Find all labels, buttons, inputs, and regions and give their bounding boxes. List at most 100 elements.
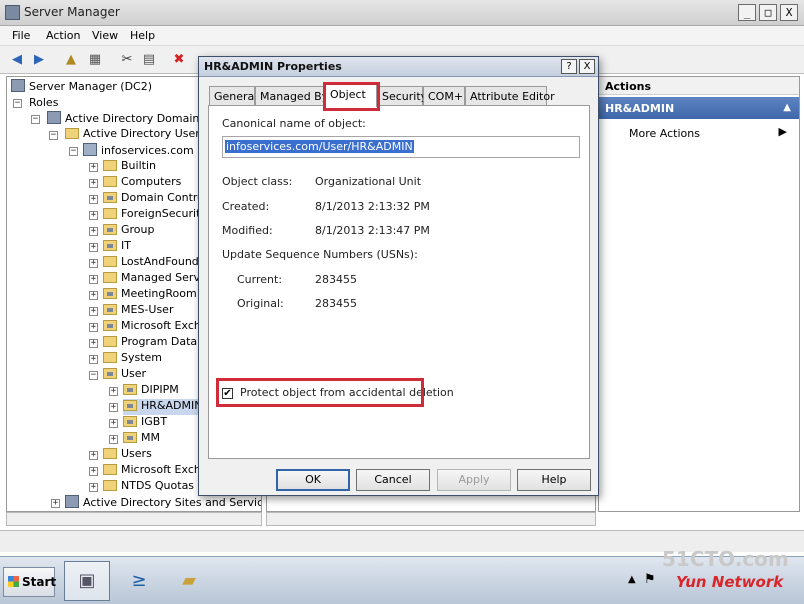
tree-item[interactable]: NTDS Quotas bbox=[103, 479, 194, 495]
server-manager-task-icon[interactable]: ▣ bbox=[64, 561, 110, 601]
more-actions-link[interactable]: More Actions bbox=[629, 127, 700, 140]
delete-icon[interactable]: ✖ bbox=[170, 51, 188, 69]
tree-item[interactable]: Domain Control bbox=[103, 191, 207, 207]
expand-icon[interactable]: + bbox=[89, 227, 98, 236]
back-icon[interactable]: ◀ bbox=[8, 51, 26, 69]
tree-item[interactable]: LostAndFound bbox=[103, 255, 199, 271]
collapse-icon[interactable]: − bbox=[69, 147, 78, 156]
expand-icon[interactable]: + bbox=[89, 451, 98, 460]
tab-general[interactable]: General bbox=[209, 86, 257, 106]
expand-icon[interactable]: + bbox=[89, 163, 98, 172]
tree-root[interactable]: Server Manager (DC2) bbox=[11, 79, 152, 95]
tree-item-user[interactable]: User bbox=[103, 367, 146, 383]
tree-item[interactable]: Builtin bbox=[103, 159, 156, 175]
tree-item[interactable]: Microsoft Excha bbox=[103, 319, 208, 335]
menu-help[interactable]: Help bbox=[130, 29, 155, 42]
cut-icon[interactable]: ✂ bbox=[118, 51, 136, 69]
expand-icon[interactable]: + bbox=[89, 259, 98, 268]
tree-horizontal-scrollbar[interactable] bbox=[6, 512, 262, 526]
expand-icon[interactable]: + bbox=[89, 323, 98, 332]
tree-item[interactable]: MeetingRoom bbox=[103, 287, 197, 303]
folder-icon bbox=[103, 176, 117, 187]
ou-icon bbox=[123, 416, 137, 427]
server-icon bbox=[11, 79, 25, 92]
maximize-button[interactable]: □ bbox=[759, 4, 777, 21]
tree-item[interactable]: ForeignSecurity bbox=[103, 207, 207, 223]
collapse-icon[interactable]: − bbox=[31, 115, 40, 124]
collapse-icon[interactable]: − bbox=[49, 131, 58, 140]
expand-icon[interactable]: + bbox=[89, 467, 98, 476]
expand-icon[interactable]: + bbox=[89, 275, 98, 284]
help-button[interactable]: Help bbox=[517, 469, 591, 491]
menu-file[interactable]: File bbox=[12, 29, 30, 42]
tree-item[interactable]: Microsoft Excha bbox=[103, 463, 208, 479]
cancel-button[interactable]: Cancel bbox=[356, 469, 430, 491]
expand-icon[interactable]: + bbox=[89, 195, 98, 204]
expand-icon[interactable]: + bbox=[51, 499, 60, 508]
up-folder-icon[interactable]: ▲ bbox=[62, 51, 80, 69]
ok-button[interactable]: OK bbox=[276, 469, 350, 491]
tree-item[interactable]: DIPIPM bbox=[123, 383, 179, 399]
tree-item[interactable]: Managed Servic bbox=[103, 271, 209, 287]
expand-icon[interactable]: + bbox=[89, 179, 98, 188]
dialog-help-button[interactable]: ? bbox=[561, 59, 577, 74]
apply-button[interactable]: Apply bbox=[437, 469, 511, 491]
tab-attribute-editor[interactable]: Attribute Editor bbox=[465, 86, 555, 106]
tree-item[interactable]: MES-User bbox=[103, 303, 173, 319]
expand-icon[interactable]: + bbox=[89, 355, 98, 364]
tree-sites[interactable]: Active Directory Sites and Services bbox=[65, 495, 261, 511]
tree-adds[interactable]: Active Directory Domain Se bbox=[47, 111, 217, 127]
server-manager-icon bbox=[5, 5, 20, 20]
folder-icon bbox=[103, 480, 117, 491]
tree-item[interactable]: Users bbox=[103, 447, 152, 463]
paste-icon[interactable]: ▤ bbox=[140, 51, 158, 69]
tree-item[interactable]: MM bbox=[123, 431, 160, 447]
forward-icon[interactable]: ▶ bbox=[30, 51, 48, 69]
expand-icon[interactable]: + bbox=[109, 403, 118, 412]
menu-view[interactable]: View bbox=[92, 29, 118, 42]
modified-label: Modified: bbox=[222, 224, 273, 237]
expand-icon[interactable]: + bbox=[89, 211, 98, 220]
window-title: Server Manager bbox=[24, 5, 120, 19]
dialog-titlebar: HR&ADMIN Properties ? X bbox=[199, 57, 598, 77]
show-tree-icon[interactable]: ▦ bbox=[86, 51, 104, 69]
expand-icon[interactable]: + bbox=[89, 291, 98, 300]
start-button[interactable]: Start bbox=[3, 567, 56, 597]
tree-item-selected[interactable]: HR&ADMIN bbox=[123, 399, 205, 415]
expand-icon[interactable]: + bbox=[89, 483, 98, 492]
collapse-arrow-icon[interactable]: ▲ bbox=[783, 102, 791, 113]
tab-security[interactable]: Security bbox=[377, 86, 427, 106]
powershell-task-icon[interactable]: ≥ bbox=[116, 561, 162, 601]
tab-managed-by[interactable]: Managed By bbox=[255, 86, 325, 106]
modified-value: 8/1/2013 2:13:47 PM bbox=[315, 224, 430, 237]
tree-item[interactable]: Computers bbox=[103, 175, 181, 191]
dialog-close-button[interactable]: X bbox=[579, 59, 595, 74]
actions-section-header[interactable]: HR&ADMIN ▲ bbox=[599, 97, 799, 119]
explorer-task-icon[interactable]: ▰ bbox=[166, 561, 212, 601]
tray-arrow-icon[interactable]: ▲ bbox=[628, 574, 636, 585]
close-button[interactable]: X bbox=[780, 4, 798, 21]
menu-action[interactable]: Action bbox=[46, 29, 80, 42]
expand-icon[interactable]: + bbox=[89, 243, 98, 252]
collapse-icon[interactable]: − bbox=[89, 371, 98, 380]
expand-icon[interactable]: + bbox=[109, 435, 118, 444]
collapse-icon[interactable]: − bbox=[13, 99, 22, 108]
tree-aduc[interactable]: Active Directory Users a bbox=[65, 127, 216, 143]
expand-icon[interactable]: + bbox=[109, 419, 118, 428]
tree-item[interactable]: System bbox=[103, 351, 162, 367]
results-horizontal-scrollbar[interactable] bbox=[266, 512, 596, 526]
tree-item[interactable]: Program Data bbox=[103, 335, 197, 351]
tab-com-plus[interactable]: COM+ bbox=[423, 86, 465, 106]
taskbar: Start ▣ ≥ ▰ ▲ ⚑ 51CTO.com Yun Network bbox=[0, 547, 804, 604]
tree-item[interactable]: IGBT bbox=[123, 415, 167, 431]
tree-item[interactable]: Group bbox=[103, 223, 155, 239]
minimize-button[interactable]: _ bbox=[738, 4, 756, 21]
expand-icon[interactable]: + bbox=[89, 339, 98, 348]
tree-roles[interactable]: Roles bbox=[29, 95, 58, 111]
expand-icon[interactable]: + bbox=[109, 387, 118, 396]
tree-domain[interactable]: infoservices.com bbox=[83, 143, 194, 159]
canonical-name-field[interactable]: infoservices.com/User/HR&ADMIN bbox=[222, 136, 580, 158]
tree-item[interactable]: IT bbox=[103, 239, 131, 255]
flag-icon[interactable]: ⚑ bbox=[644, 572, 656, 587]
expand-icon[interactable]: + bbox=[89, 307, 98, 316]
